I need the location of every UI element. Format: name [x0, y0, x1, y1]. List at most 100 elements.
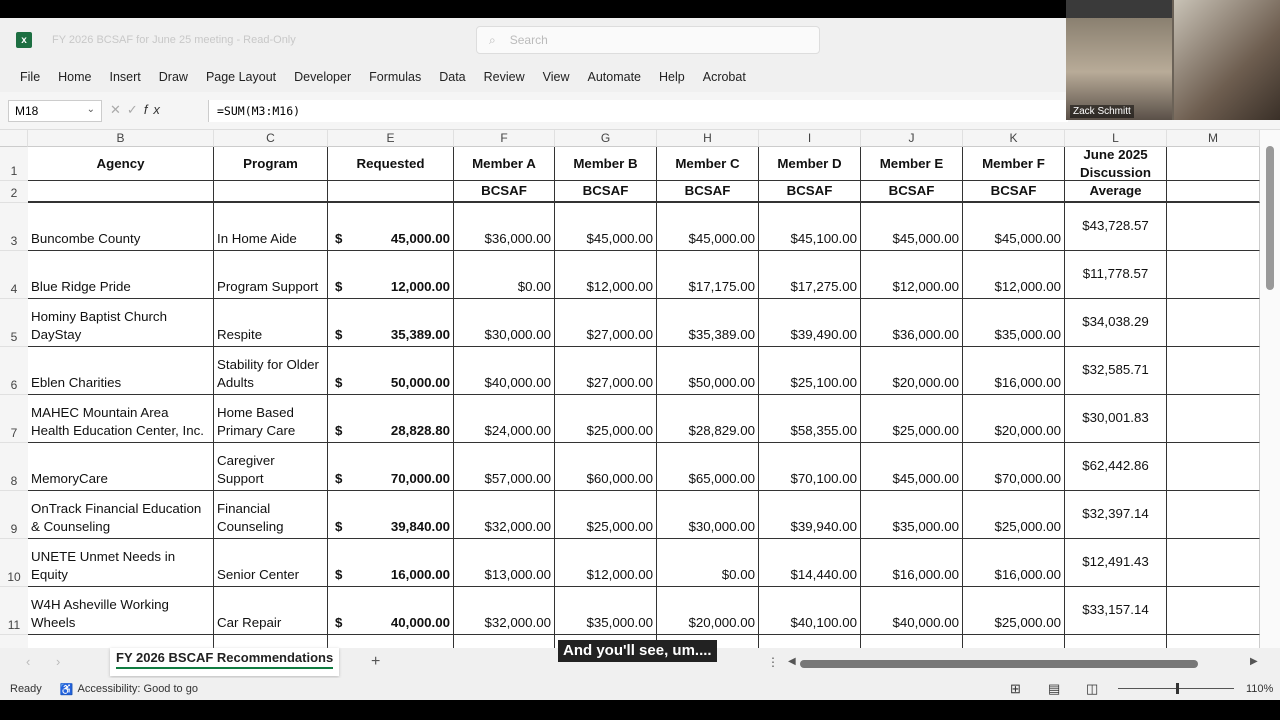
column-header-G[interactable]: G — [555, 130, 657, 147]
column-header-L[interactable]: L — [1065, 130, 1167, 147]
requested-cell[interactable]: $40,000.00 — [328, 587, 454, 635]
member-cell[interactable]: $35,000.00 — [963, 299, 1065, 347]
member-cell[interactable]: $25,000.00 — [861, 395, 963, 443]
member-cell[interactable]: $40,000.00 — [861, 587, 963, 635]
header-cell[interactable]: Program — [214, 147, 328, 181]
member-cell[interactable]: $27,000.00 — [555, 347, 657, 395]
row-header-8[interactable]: 8 — [0, 443, 28, 491]
row-header-9[interactable]: 9 — [0, 491, 28, 539]
row-header-11[interactable]: 11 — [0, 587, 28, 635]
member-cell[interactable]: $28,829.00 — [657, 395, 759, 443]
column-header-E[interactable]: E — [328, 130, 454, 147]
header-cell[interactable]: BCSAF — [555, 181, 657, 203]
header-cell[interactable] — [1167, 147, 1260, 181]
scroll-right-icon[interactable]: ▶ — [1250, 656, 1258, 667]
header-cell[interactable]: Member B — [555, 147, 657, 181]
empty-cell[interactable] — [1167, 539, 1260, 587]
empty-cell[interactable] — [1167, 635, 1260, 648]
requested-cell[interactable]: $28,828.80 — [328, 395, 454, 443]
member-cell[interactable]: $60,000.00 — [555, 443, 657, 491]
header-cell[interactable]: Member C — [657, 147, 759, 181]
header-cell[interactable]: BCSAF — [657, 181, 759, 203]
column-header-J[interactable]: J — [861, 130, 963, 147]
program-cell[interactable]: Program Support — [214, 251, 328, 299]
member-cell[interactable]: $16,000.00 — [963, 347, 1065, 395]
requested-cell[interactable] — [328, 635, 454, 648]
cancel-icon[interactable]: ✕ — [110, 102, 127, 117]
member-cell[interactable]: $0.00 — [657, 539, 759, 587]
member-cell[interactable]: $25,100.00 — [759, 347, 861, 395]
header-cell[interactable] — [328, 181, 454, 203]
sheet-tab[interactable]: FY 2026 BSCAF Recommendations — [110, 648, 340, 676]
member-cell[interactable]: $39,490.00 — [759, 299, 861, 347]
header-cell[interactable]: Member D — [759, 147, 861, 181]
empty-cell[interactable] — [1167, 251, 1260, 299]
header-cell[interactable] — [214, 181, 328, 203]
average-cell[interactable]: $32,397.14 — [1065, 491, 1167, 539]
member-cell[interactable]: $35,000.00 — [861, 491, 963, 539]
average-cell[interactable]: $11,778.57 — [1065, 251, 1167, 299]
program-cell[interactable]: Respite — [214, 299, 328, 347]
member-cell[interactable]: $45,000.00 — [861, 203, 963, 251]
member-cell[interactable]: $35,000.00 — [555, 587, 657, 635]
member-cell[interactable]: $0.00 — [454, 251, 555, 299]
header-cell[interactable] — [28, 181, 214, 203]
member-cell[interactable]: $25,000.00 — [963, 491, 1065, 539]
page-break-icon[interactable]: ◫ — [1086, 681, 1098, 697]
member-cell[interactable]: $20,000.00 — [963, 395, 1065, 443]
program-cell[interactable]: End of Life Care — [214, 635, 328, 648]
member-cell[interactable]: $16,000.00 — [861, 539, 963, 587]
member-cell[interactable]: $45,000.00 — [963, 203, 1065, 251]
vertical-scroll-thumb[interactable] — [1266, 146, 1274, 290]
function-icon[interactable]: fx — [144, 102, 166, 117]
member-cell[interactable]: $45,100.00 — [759, 203, 861, 251]
member-cell[interactable]: $20,000.00 — [861, 347, 963, 395]
program-cell[interactable]: In Home Aide — [214, 203, 328, 251]
program-cell[interactable]: Financial Counseling — [214, 491, 328, 539]
average-cell[interactable]: $30,001.83 — [1065, 395, 1167, 443]
average-cell[interactable]: $32,585.71 — [1065, 347, 1167, 395]
program-cell[interactable]: Stability for Older Adults — [214, 347, 328, 395]
requested-cell[interactable]: $45,000.00 — [328, 203, 454, 251]
accessibility-status[interactable]: Accessibility: Good to go — [78, 683, 198, 695]
header-cell[interactable]: Member A — [454, 147, 555, 181]
column-header-M[interactable]: M — [1167, 130, 1260, 147]
member-cell[interactable]: $40,100.00 — [759, 587, 861, 635]
program-cell[interactable]: Caregiver Support — [214, 443, 328, 491]
header-cell[interactable] — [1167, 181, 1260, 203]
member-cell[interactable]: $24,000.00 — [454, 395, 555, 443]
requested-cell[interactable]: $16,000.00 — [328, 539, 454, 587]
header-cell[interactable]: Member E — [861, 147, 963, 181]
column-header-F[interactable]: F — [454, 130, 555, 147]
member-cell[interactable]: $36,000.00 — [454, 203, 555, 251]
agency-cell[interactable]: MAHEC Mountain Area Health Education Cen… — [28, 395, 214, 443]
average-cell[interactable]: $62,442.86 — [1065, 443, 1167, 491]
header-cell[interactable]: BCSAF — [963, 181, 1065, 203]
member-cell[interactable]: $40,000.00 — [454, 347, 555, 395]
member-cell[interactable]: $50,000.00 — [657, 347, 759, 395]
member-cell[interactable]: $12,000.00 — [963, 251, 1065, 299]
member-cell[interactable]: $13,000.00 — [454, 539, 555, 587]
more-options-icon[interactable]: ⋮ — [767, 655, 779, 669]
member-cell[interactable]: $17,275.00 — [759, 251, 861, 299]
header-cell[interactable]: BCSAF — [454, 181, 555, 203]
row-header-10[interactable]: 10 — [0, 539, 28, 587]
requested-cell[interactable]: $35,389.00 — [328, 299, 454, 347]
row-header-2[interactable]: 2 — [0, 181, 28, 203]
member-cell[interactable]: $30,000.00 — [454, 299, 555, 347]
menu-draw[interactable]: Draw — [159, 70, 188, 84]
member-cell[interactable]: $45,000.00 — [657, 203, 759, 251]
formula-input[interactable]: =SUM(M3:M16) — [208, 100, 1068, 122]
average-cell[interactable]: $12,491.43 — [1065, 539, 1167, 587]
search-box[interactable]: ⌕ Search — [476, 26, 820, 54]
member-cell[interactable]: $45,000.00 — [861, 443, 963, 491]
scroll-left-icon[interactable]: ◀ — [788, 656, 796, 667]
member-cell[interactable]: $39,940.00 — [759, 491, 861, 539]
agency-cell[interactable]: Eblen Charities — [28, 347, 214, 395]
menu-view[interactable]: View — [543, 70, 570, 84]
average-cell[interactable]: $33,157.14 — [1065, 587, 1167, 635]
header-cell[interactable]: Average — [1065, 181, 1167, 203]
agency-cell[interactable]: UNETE Unmet Needs in Equity — [28, 539, 214, 587]
row-header-4[interactable]: 4 — [0, 251, 28, 299]
menu-formulas[interactable]: Formulas — [369, 70, 421, 84]
